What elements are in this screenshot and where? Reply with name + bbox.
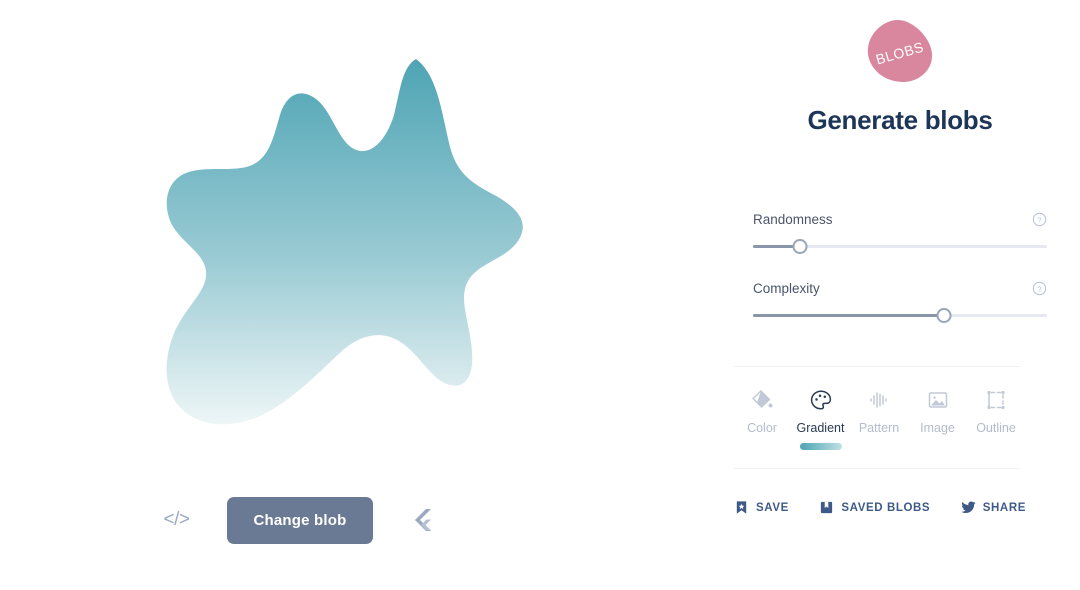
saved-blobs-label: SAVED BLOBS: [841, 501, 931, 514]
fill-type-tabs: Color Gradient Pattern Image Outline: [734, 388, 1024, 450]
book-icon: [821, 501, 833, 514]
image-icon: [928, 392, 947, 408]
saved-blobs-button[interactable]: SAVED BLOBS: [819, 500, 930, 515]
slider-randomness: Randomness ?: [753, 212, 1047, 255]
palette-icon: [810, 390, 831, 410]
blob-canvas-pane: </> Change blob: [0, 0, 720, 590]
share-button[interactable]: SHARE: [961, 500, 1026, 515]
help-circle-icon[interactable]: ?: [1032, 281, 1047, 296]
slider-complexity-label: Complexity: [753, 281, 820, 296]
svg-text:?: ?: [1037, 285, 1041, 294]
blob-generator-app: </> Change blob BLOBS Generate blobs Ran…: [0, 0, 1080, 590]
svg-text:?: ?: [1037, 216, 1041, 225]
panel-action-bar: SAVE SAVED BLOBS SHARE: [734, 500, 1026, 515]
tab-outline[interactable]: Outline: [968, 388, 1024, 435]
slider-complexity-track[interactable]: [753, 306, 1047, 324]
tab-outline-label: Outline: [976, 421, 1016, 435]
selection-box-icon: [987, 390, 1005, 410]
tab-gradient-label: Gradient: [796, 421, 845, 435]
slider-track-fill: [753, 313, 945, 317]
save-button[interactable]: SAVE: [734, 500, 789, 515]
settings-panel: BLOBS Generate blobs Randomness ? Comple…: [720, 0, 1080, 590]
sliders-section: Randomness ? Complexity ?: [753, 212, 1047, 350]
slider-randomness-track[interactable]: [753, 237, 1047, 255]
tab-image[interactable]: Image: [910, 388, 966, 435]
tab-gradient[interactable]: Gradient: [793, 388, 849, 450]
help-circle-icon[interactable]: ?: [1032, 212, 1047, 227]
bookmark-star-icon: [736, 501, 747, 514]
share-label: SHARE: [982, 501, 1026, 514]
blob-shape-svg: [166, 59, 523, 425]
change-blob-label: Change blob: [253, 511, 347, 529]
blobs-logo[interactable]: BLOBS: [865, 18, 935, 84]
slider-complexity: Complexity ?: [753, 281, 1047, 324]
blobs-logo-svg: BLOBS: [867, 20, 933, 82]
paint-bucket-icon: [751, 390, 773, 408]
divider-bottom: [734, 468, 1020, 469]
slider-randomness-label: Randomness: [753, 212, 833, 227]
active-tab-indicator: [799, 443, 842, 450]
save-label: SAVE: [756, 501, 789, 514]
divider-top: [734, 366, 1020, 367]
blob-preview[interactable]: [120, 45, 550, 435]
code-icon-glyph: </>: [163, 509, 190, 530]
flutter-icon-svg: [415, 509, 432, 531]
flutter-icon[interactable]: [407, 503, 441, 537]
slider-randomness-thumb[interactable]: [792, 238, 808, 254]
change-blob-button[interactable]: Change blob: [227, 496, 373, 544]
twitter-icon: [961, 501, 976, 514]
tab-pattern-label: Pattern: [858, 421, 900, 435]
tab-pattern[interactable]: Pattern: [851, 388, 907, 435]
canvas-action-bar: </> Change blob: [0, 490, 600, 550]
tab-color[interactable]: Color: [734, 388, 790, 435]
page-title: Generate blobs: [807, 105, 993, 135]
slider-randomness-head: Randomness ?: [753, 212, 1047, 227]
slider-complexity-thumb[interactable]: [936, 307, 952, 323]
slider-complexity-head: Complexity ?: [753, 281, 1047, 296]
tab-image-label: Image: [920, 421, 955, 435]
code-icon[interactable]: </>: [159, 503, 193, 537]
waveform-icon: [870, 392, 887, 408]
tab-color-label: Color: [747, 421, 777, 435]
